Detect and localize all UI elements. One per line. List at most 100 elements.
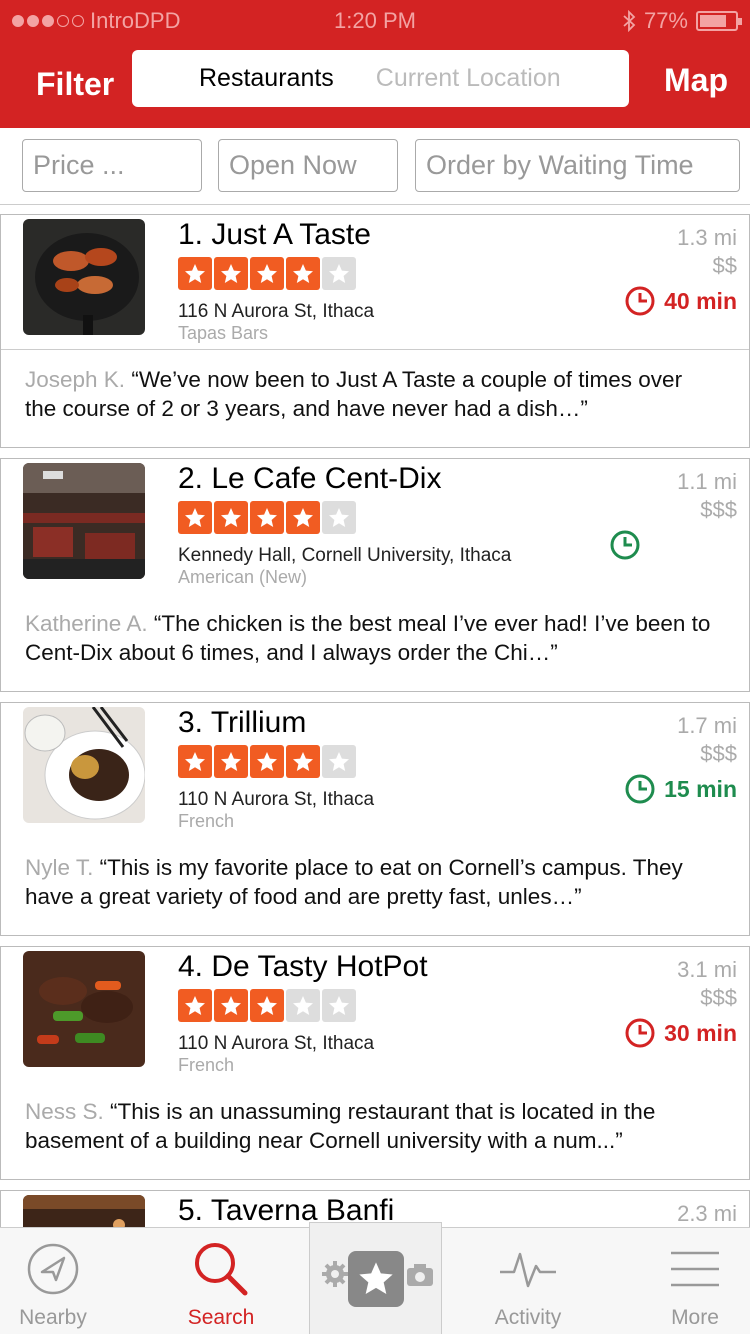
search-box[interactable]: Restaurants Current Location: [132, 50, 629, 107]
review-snippet[interactable]: Ness S. “This is an unassuming restauran…: [25, 1097, 719, 1155]
map-button[interactable]: Map: [664, 62, 728, 99]
clock-icon: [625, 286, 655, 316]
star-icon: [286, 989, 320, 1022]
price-level: $$$: [700, 741, 737, 766]
restaurant-address: Kennedy Hall, Cornell University, Ithaca: [178, 545, 512, 566]
tab-search[interactable]: Search: [161, 1228, 281, 1334]
restaurant-photo: [23, 951, 145, 1067]
restaurant-name[interactable]: 2. Le Cafe Cent-Dix: [178, 462, 441, 496]
tab-label: Activity: [494, 1306, 562, 1329]
status-bar: IntroDPD 1:20 PM 77%: [0, 0, 750, 40]
tab-label: Search: [187, 1306, 255, 1329]
distance: 1.7 mi: [677, 713, 737, 738]
star-rating: [178, 989, 356, 1022]
restaurant-card[interactable]: 1. Just A Taste 116 N Aurora St, Ithaca …: [0, 214, 750, 448]
star-icon: [178, 989, 212, 1022]
tab-nearby[interactable]: Nearby: [0, 1228, 113, 1334]
divider: [1, 593, 749, 594]
star-icon: [214, 501, 248, 534]
star-icon: [178, 745, 212, 778]
filter-button[interactable]: Filter: [36, 66, 114, 103]
star-icon: [250, 257, 284, 290]
distance: 2.3 mi: [677, 1201, 737, 1226]
wait-time-label: 15 min: [664, 775, 737, 802]
star-icon: [250, 989, 284, 1022]
reviewer-name: Nyle T.: [25, 855, 94, 880]
restaurant-card[interactable]: 3. Trillium 110 N Aurora St, Ithaca Fren…: [0, 702, 750, 936]
search-icon: [195, 1243, 248, 1296]
review-snippet[interactable]: Katherine A. “The chicken is the best me…: [25, 609, 719, 667]
restaurant-address: 110 N Aurora St, Ithaca: [178, 1033, 375, 1054]
star-rating: [178, 501, 356, 534]
wait-time: 40 min: [624, 285, 737, 317]
battery-percent: 77%: [643, 8, 688, 33]
tab-bar: Nearby Search Activity More: [0, 1222, 750, 1334]
star-icon: [250, 745, 284, 778]
star-badge-icon: [348, 1251, 404, 1307]
wait-time-label: 30 min: [664, 1019, 737, 1046]
location-field[interactable]: Current Location: [376, 64, 561, 93]
price-level: $$$: [700, 497, 737, 522]
review-snippet[interactable]: Joseph K. “We’ve now been to Just A Tast…: [25, 365, 719, 423]
star-icon: [322, 257, 356, 290]
order-by-wait-filter[interactable]: Order by Waiting Time: [415, 139, 740, 192]
wait-time: [609, 529, 649, 561]
star-icon: [214, 745, 248, 778]
divider: [1, 349, 749, 350]
restaurant-list: 1. Just A Taste 116 N Aurora St, Ithaca …: [0, 214, 750, 1260]
star-icon: [214, 257, 248, 290]
restaurant-photo: [23, 219, 145, 335]
restaurant-card[interactable]: 4. De Tasty HotPot 110 N Aurora St, Itha…: [0, 946, 750, 1180]
distance: 3.1 mi: [677, 957, 737, 982]
wait-time: 30 min: [624, 1017, 737, 1049]
restaurant-name[interactable]: 3. Trillium: [178, 706, 306, 740]
restaurant-name[interactable]: 4. De Tasty HotPot: [178, 950, 428, 984]
review-snippet[interactable]: Nyle T. “This is my favorite place to ea…: [25, 853, 719, 911]
wait-time: 15 min: [624, 773, 737, 805]
star-icon: [286, 501, 320, 534]
star-rating: [178, 745, 356, 778]
divider: [1, 1081, 749, 1082]
camera-icon: [407, 1264, 433, 1286]
tab-label: More: [671, 1306, 719, 1329]
star-icon: [322, 745, 356, 778]
search-query[interactable]: Restaurants: [199, 64, 334, 93]
restaurant-name[interactable]: 1. Just A Taste: [178, 218, 371, 252]
tab-check-in[interactable]: [309, 1222, 442, 1334]
reviewer-name: Ness S.: [25, 1099, 104, 1124]
bluetooth-icon: [623, 10, 636, 32]
tab-label: Nearby: [19, 1306, 87, 1329]
price-level: $$: [712, 253, 737, 278]
star-icon: [214, 989, 248, 1022]
distance: 1.1 mi: [677, 469, 737, 494]
app-header: IntroDPD 1:20 PM 77% Filter Restaurants …: [0, 0, 750, 128]
review-text: “This is my favorite place to eat on Cor…: [25, 855, 683, 909]
star-icon: [250, 501, 284, 534]
star-icon: [322, 989, 356, 1022]
restaurant-category: French: [178, 1055, 235, 1075]
price-level: $$$: [700, 985, 737, 1010]
clock-icon: [610, 530, 640, 560]
restaurant-category: Tapas Bars: [178, 323, 269, 343]
clock-icon: [625, 774, 655, 804]
star-icon: [286, 257, 320, 290]
reviewer-name: Katherine A.: [25, 611, 148, 636]
star-icon: [322, 501, 356, 534]
wait-time-label: 40 min: [664, 287, 737, 314]
restaurant-photo: [23, 463, 145, 579]
status-right: 77%: [622, 8, 742, 34]
star-icon: [286, 745, 320, 778]
restaurant-card[interactable]: 2. Le Cafe Cent-Dix Kennedy Hall, Cornel…: [0, 458, 750, 692]
reviewer-name: Joseph K.: [25, 367, 126, 392]
open-now-filter[interactable]: Open Now: [218, 139, 398, 192]
clock-icon: [625, 1018, 655, 1048]
price-filter[interactable]: Price ...: [22, 139, 202, 192]
star-icon: [178, 257, 212, 290]
gear-icon: [322, 1261, 348, 1287]
tab-more[interactable]: More: [635, 1228, 750, 1334]
tab-activity[interactable]: Activity: [468, 1228, 588, 1334]
restaurant-address: 116 N Aurora St, Ithaca: [178, 301, 375, 322]
star-rating: [178, 257, 356, 290]
review-text: “This is an unassuming restaurant that i…: [25, 1099, 656, 1153]
navigation-arrow-icon: [27, 1243, 79, 1295]
